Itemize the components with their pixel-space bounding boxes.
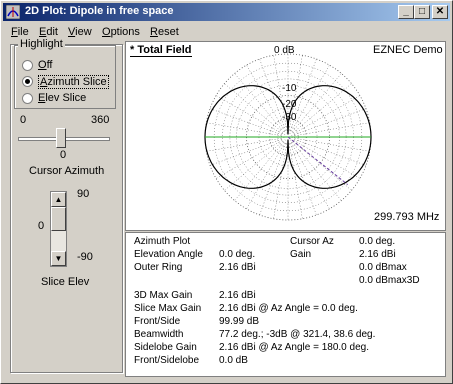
beamwidth-line — [287, 136, 348, 186]
sidelobe-gain-value: 2.16 dBi @ Az Angle = 180.0 deg. — [219, 342, 369, 353]
menu-file-accel: F — [11, 26, 18, 38]
ring-label-20: -20 — [282, 99, 297, 110]
menu-view[interactable]: View — [68, 26, 92, 38]
ring-label-0db: 0 dB — [274, 45, 295, 56]
grid-spoke — [215, 140, 283, 179]
radio-off-circle — [22, 60, 33, 71]
azimuth-plot-label: Azimuth Plot — [134, 236, 191, 247]
radio-elev-slice-label: Elev Slice — [38, 92, 86, 104]
scroll-down-button[interactable]: ▼ — [51, 251, 66, 266]
highlight-group-title: Highlight — [18, 38, 65, 50]
slice-max-gain-value: 2.16 dBi @ Az Angle = 0.0 deg. — [219, 303, 358, 314]
front-side-label: Front/Side — [134, 316, 181, 327]
plot-brand: EZNEC Demo — [373, 44, 443, 56]
cursor-az-value: 0.0 deg. — [359, 236, 396, 247]
front-sidelobe-value: 0.0 dB — [219, 355, 248, 366]
outer-ring-value: 2.16 dBi — [219, 262, 256, 273]
front-sidelobe-label: Front/Sidelobe — [134, 355, 200, 366]
radio-off-label: Off — [38, 59, 52, 71]
elev-min-label: -90 — [77, 251, 93, 263]
elev-max-label: 90 — [77, 188, 90, 200]
menu-file-label: ile — [17, 26, 29, 38]
elev-value: 0 — [38, 220, 45, 232]
azimuth-slider-thumb[interactable] — [56, 128, 66, 148]
slice-elev-label: Slice Elev — [41, 276, 90, 288]
elevation-angle-value: 0.0 deg. — [219, 249, 256, 260]
menu-options[interactable]: Options — [102, 26, 140, 38]
plot-pane[interactable]: * Total Field EZNEC Demo 0 dB -10 -20 -3… — [125, 41, 446, 231]
beamwidth-value: 77.2 deg.; -3dB @ 321.4, 38.6 deg. — [219, 329, 376, 340]
elevation-angle-label: Elevation Angle — [134, 249, 203, 260]
grid-spoke — [292, 141, 352, 191]
cursor-gain-value: 2.16 dBi — [359, 249, 396, 260]
scroll-thumb[interactable] — [51, 207, 66, 231]
grid-spoke — [288, 143, 303, 219]
radio-elev-slice-circle — [22, 93, 33, 104]
cursor-dbmax-value: 0.0 dBmax — [359, 262, 407, 273]
sidelobe-gain-label: Sidelobe Gain — [134, 342, 197, 353]
grid-spoke — [206, 137, 282, 152]
menu-edit-label: dit — [46, 26, 58, 38]
menu-file[interactable]: File — [11, 26, 29, 38]
polar-plot — [204, 53, 372, 221]
slice-elev-scrollbar[interactable]: ▲ ▼ — [50, 191, 67, 267]
beamwidth-label: Beamwidth — [134, 329, 184, 340]
slice-max-gain-label: Slice Max Gain — [134, 303, 202, 314]
cursor-azimuth-label: Cursor Azimuth — [29, 165, 105, 177]
radio-azimuth-text: zimuth Slice — [47, 76, 107, 88]
radio-azimuth-slice-circle — [22, 76, 33, 87]
menu-edit[interactable]: Edit — [39, 26, 58, 38]
data-pane: Azimuth Plot Elevation Angle 0.0 deg. Ou… — [125, 232, 446, 377]
radio-selected-dot — [25, 79, 30, 84]
radio-azimuth-slice-label: Azimuth Slice — [38, 75, 109, 89]
menu-options-accel: O — [102, 26, 111, 38]
radio-elev-text: lev Slice — [45, 92, 87, 104]
outer-ring-label: Outer Ring — [134, 262, 183, 273]
max-gain-3d-label: 3D Max Gain — [134, 290, 193, 301]
azimuth-min-label: 0 — [20, 114, 27, 126]
cursor-az-label: Cursor Az — [290, 236, 334, 247]
grid-spoke — [294, 122, 370, 137]
grid-spoke — [293, 95, 361, 134]
grid-spoke — [224, 141, 284, 191]
menu-bar: File Edit View Options Reset — [3, 23, 450, 41]
app-icon — [6, 5, 20, 19]
ring-label-30: -30 — [282, 112, 297, 123]
title-bar[interactable]: 2D Plot: Dipole in free space _ □ ✕ — [3, 3, 450, 21]
grid-spoke — [292, 83, 352, 133]
menu-reset-label: eset — [157, 26, 179, 38]
ring-label-10: -10 — [282, 83, 297, 94]
frequency-label: 299.793 MHz — [374, 211, 440, 223]
radio-off-accel: O — [38, 59, 47, 71]
menu-reset-accel: R — [150, 26, 158, 38]
grid-spoke — [292, 73, 342, 133]
max-gain-3d-value: 2.16 dBi — [219, 290, 256, 301]
front-side-value: 99.99 dB — [219, 316, 260, 327]
grid-spoke — [273, 143, 288, 219]
cursor-gain-label: Gain — [290, 249, 312, 260]
window-title: 2D Plot: Dipole in free space — [25, 5, 174, 17]
menu-reset[interactable]: Reset — [150, 26, 179, 38]
menu-view-label: iew — [75, 26, 92, 38]
menu-options-label: ptions — [110, 26, 140, 38]
azimuth-max-label: 360 — [91, 114, 110, 126]
azimuth-value: 0 — [60, 149, 67, 161]
cursor-dbmax3d-value: 0.0 dBmax3D — [359, 275, 420, 286]
minimize-button[interactable]: _ — [398, 5, 414, 19]
plot-title: * Total Field — [130, 44, 192, 57]
close-button[interactable]: ✕ — [432, 5, 448, 19]
grid-spoke — [234, 141, 284, 201]
scroll-up-button[interactable]: ▲ — [51, 192, 66, 207]
maximize-button[interactable]: □ — [414, 5, 430, 19]
radio-off-text: ff — [46, 59, 53, 71]
